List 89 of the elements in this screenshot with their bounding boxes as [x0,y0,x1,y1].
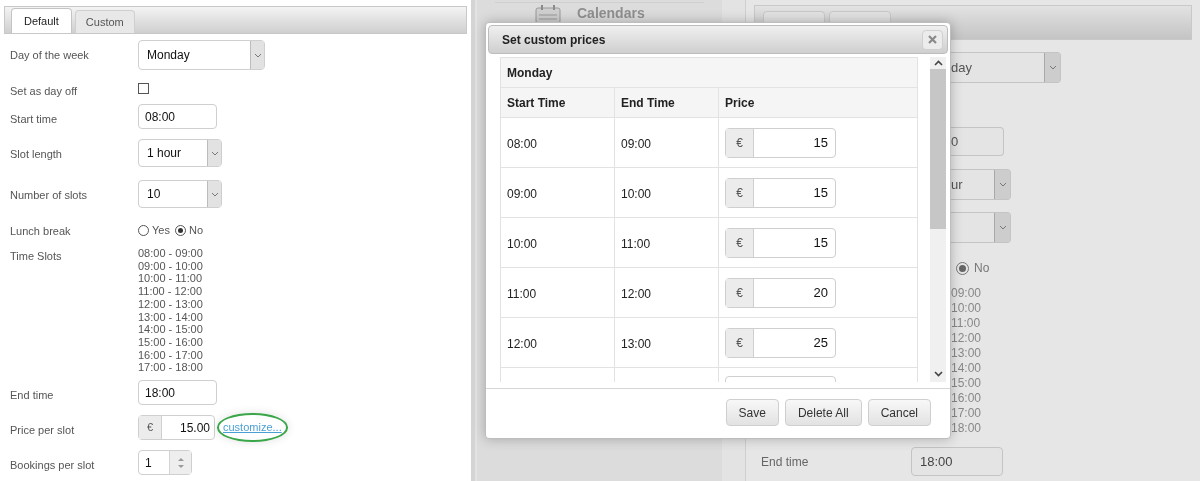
dropdown[interactable]: day [951,52,1061,83]
price-field[interactable]: € 15 [725,227,836,258]
field-label: Bookings per slot [9,458,96,473]
price-field[interactable]: € 15 [725,177,836,208]
table-cell: 11:00 [615,218,719,267]
field-label: Start time [9,112,59,127]
time-slot: 16:00 [951,391,982,406]
currency-label: € [726,228,754,257]
caret-icon [994,170,1010,199]
price-field[interactable]: € 15 [725,127,836,158]
radio-label: No [974,260,990,277]
time-slot: 13:00 [951,346,982,361]
time-slot: 09:00 - 10:00 [138,259,203,273]
field-label: Number of slots [9,188,89,203]
time-slot: 13:00 - 14:00 [138,310,203,324]
table-cell: 08:00 [501,118,615,167]
dialog-button[interactable]: Save [725,399,779,426]
table-cell: 12:00 [615,268,719,317]
input-field[interactable]: 18:00 [138,380,217,405]
number-spinner[interactable]: 1 [138,450,192,475]
table-cell: 09:00 [615,118,719,167]
calendar-icon [535,4,561,23]
dialog-button[interactable]: Delete All [784,399,862,426]
time-slot: 17:00 [951,406,982,421]
table-cell: 10:00 [615,168,719,217]
dialog-button[interactable]: Cancel [867,399,931,426]
time-slot: 12:00 [951,331,982,346]
field-label: Set as day off [9,84,79,99]
time-slot: 15:00 [951,376,982,391]
time-slot: 10:00 - 11:00 [138,272,203,286]
table-cell: 13:00 [615,318,719,367]
price-field[interactable]: € 15.00 [138,415,215,440]
time-slot: 18:00 [951,421,982,436]
field-label: Lunch break [9,224,72,239]
close-icon[interactable] [922,29,943,50]
table-cell: 11:00 [501,268,615,317]
time-slot: 14:00 - 15:00 [138,323,203,336]
column-header: End Time [615,88,719,117]
time-slot: 17:00 - 18:00 [138,361,203,375]
time-slot: 16:00 - 17:00 [138,348,203,362]
currency-label: € [139,416,162,439]
input-field[interactable]: 18:00 [911,447,1003,476]
dropdown[interactable]: 10 [138,180,222,208]
dropdown[interactable]: Monday [138,40,265,70]
checkbox[interactable] [138,83,149,94]
field-label: Slot length [9,147,63,162]
dialog-title: Set custom prices [502,31,606,49]
input-field[interactable]: 0 [951,127,1004,156]
time-slot: 09:00 [951,286,982,301]
field-label: End time [761,454,810,471]
currency-label: € [726,278,754,307]
time-slot: 14:00 [951,361,982,376]
radio-button[interactable] [174,224,186,236]
column-header: Price [724,94,756,112]
table-caption: Monday [507,64,553,82]
time-slot: 11:00 - 12:00 [138,285,203,298]
caret-icon [1044,53,1060,82]
dropdown[interactable]: ur [951,169,1011,200]
currency-label: € [726,328,754,357]
table-cell: 10:00 [501,218,615,267]
radio-label: Yes [152,223,170,238]
field-label: Day of the week [9,48,90,63]
time-slot: 12:00 - 13:00 [138,297,203,311]
field-label: Time Slots [9,249,63,264]
scrollbar[interactable] [930,57,946,382]
currency-label: € [726,128,754,157]
table-cell: 12:00 [501,318,615,367]
caret-icon [994,213,1010,242]
scroll-down-icon[interactable] [933,368,943,380]
radio-label: No [188,223,203,238]
currency-label: € [726,178,754,207]
tab[interactable]: Default [11,8,72,33]
price-field[interactable]: € 20 [725,277,836,308]
field-label: End time [9,388,55,403]
price-field[interactable]: € 25 [725,327,836,358]
time-slot: 15:00 - 16:00 [138,335,203,349]
radio-button[interactable] [138,224,149,236]
table-cell: 09:00 [501,168,615,217]
column-header: Start Time [501,88,615,117]
field-label: Price per slot [9,423,76,438]
time-slot: 10:00 [951,301,982,316]
input-field[interactable]: 08:00 [138,104,217,129]
time-slot: 08:00 - 09:00 [138,247,203,260]
tab[interactable]: Custom [74,10,135,33]
caret-icon [207,140,221,166]
caret-icon [250,41,264,69]
caret-icon [207,181,221,207]
time-slot: 11:00 [951,316,982,331]
dropdown[interactable]: 1 hour [138,139,222,167]
